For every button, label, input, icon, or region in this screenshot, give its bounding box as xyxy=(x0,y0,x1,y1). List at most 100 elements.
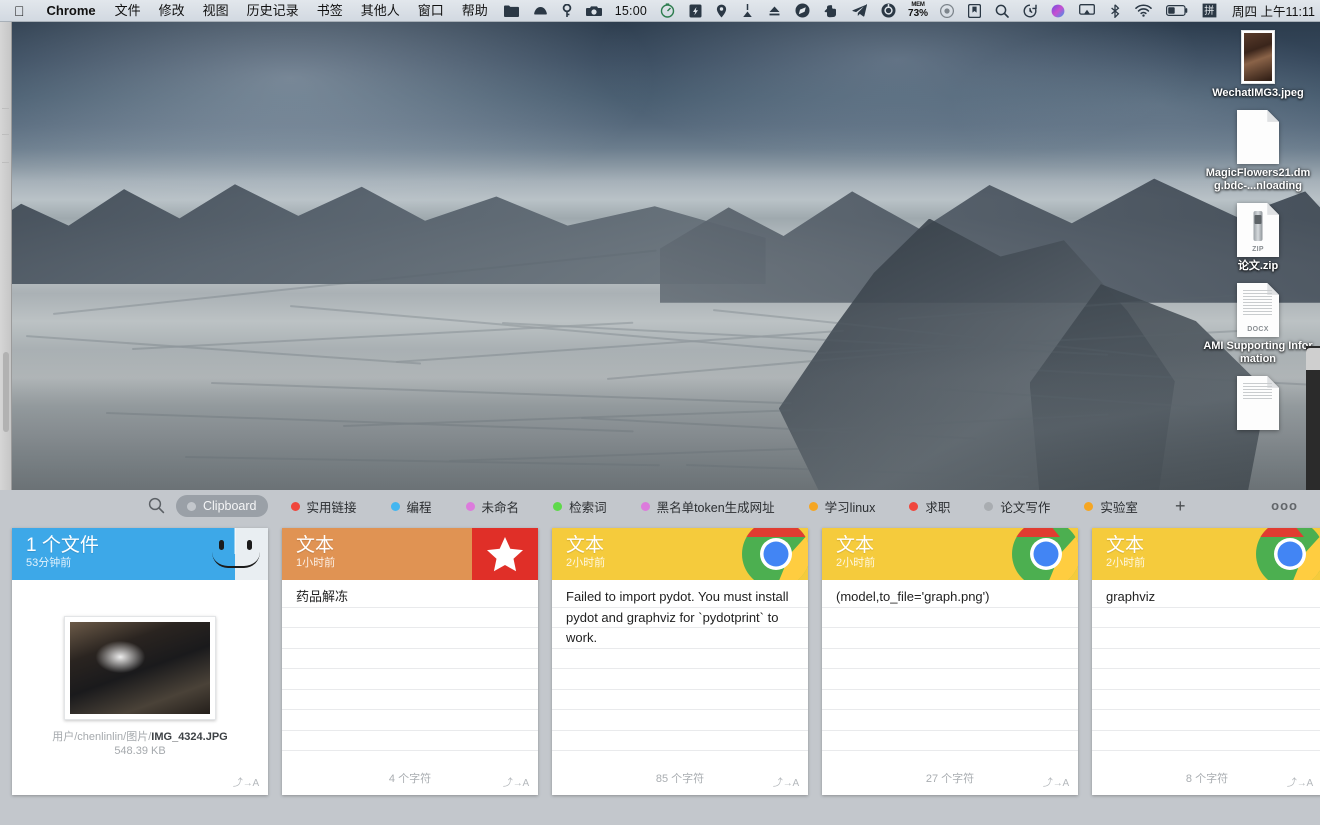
screenshot-icon[interactable] xyxy=(682,0,709,22)
transform-icon[interactable]: ⤴→A xyxy=(773,774,799,789)
menu-datetime[interactable]: 周四 上午11:11 xyxy=(1224,1,1320,20)
location-pin-icon[interactable] xyxy=(709,0,734,22)
search-icon[interactable] xyxy=(148,497,165,519)
airplay-icon[interactable] xyxy=(1072,0,1102,22)
background-window-left-edge[interactable] xyxy=(0,22,12,490)
menu-item-app[interactable]: Chrome xyxy=(37,0,106,22)
transform-icon[interactable]: ⤴→A xyxy=(1287,774,1313,789)
tab-blacklist-token[interactable]: 黑名单token生成网址 xyxy=(630,493,786,520)
apple-logo-icon[interactable]:  xyxy=(0,0,37,22)
tab-unnamed[interactable]: 未命名 xyxy=(455,493,531,520)
desktop-icon-label: AMI Supporting Information xyxy=(1203,340,1313,365)
card-text: graphviz xyxy=(1106,589,1156,604)
folder-icon[interactable] xyxy=(497,0,526,22)
clipboard-card-file[interactable]: 1 个文件 53分钟前 用户/chenlinlin/图片/IMG_4324.JP… xyxy=(12,528,268,795)
transform-icon[interactable]: ⤴→A xyxy=(1043,774,1069,789)
desktop-icon-wechatimg3[interactable]: WechatIMG3.jpeg xyxy=(1202,26,1314,100)
desktop-icon-label: MagicFlowers21.dmg.bdc-...nloading xyxy=(1205,167,1311,192)
search-icon[interactable] xyxy=(988,0,1016,22)
desktop-icon-partial[interactable] xyxy=(1202,372,1314,430)
transform-icon[interactable]: ⤴→A xyxy=(233,774,259,789)
docx-file-icon: DOCX xyxy=(1202,279,1314,337)
more-options-button[interactable]: ooo xyxy=(1271,498,1298,513)
card-footer: 27 个字符 ⤴→A xyxy=(822,761,1078,795)
key-icon[interactable] xyxy=(555,0,579,22)
tab-job-hunting[interactable]: 求职 xyxy=(898,493,961,520)
character-count: 27 个字符 xyxy=(925,773,975,785)
tab-label: 编程 xyxy=(406,500,432,515)
card-header: 文本 2小时前 xyxy=(552,528,808,580)
menu-bar-left:  Chrome 文件 修改 视图 历史记录 书签 其他人 窗口 帮助 xyxy=(0,0,497,22)
memory-indicator[interactable]: MEM 73% xyxy=(903,2,933,19)
card-footer: 4 个字符 ⤴→A xyxy=(282,761,538,795)
desktop-icon-lunwen-zip[interactable]: ZIP 论文.zip xyxy=(1202,199,1314,273)
clipboard-panel: Clipboard 实用链接 编程 未命名 检索词 黑名单token生成网址 学… xyxy=(0,490,1320,825)
card-footer: 85 个字符 ⤴→A xyxy=(552,761,808,795)
camera-icon[interactable] xyxy=(579,0,609,22)
navigation-icon[interactable] xyxy=(788,0,817,22)
bluetooth-icon[interactable] xyxy=(1102,0,1128,22)
telegram-icon[interactable] xyxy=(845,0,874,22)
add-category-button[interactable]: + xyxy=(1165,497,1196,515)
cleaner-icon[interactable] xyxy=(734,0,761,22)
dropbox-icon[interactable] xyxy=(526,0,555,22)
tab-color-dot xyxy=(808,501,818,511)
transform-icon[interactable]: ⤴→A xyxy=(503,774,529,789)
file-path-prefix: 用户/chenlinlin/图片/ xyxy=(52,731,152,743)
scrollbar-thumb[interactable] xyxy=(3,352,9,432)
background-window-right-edge[interactable] xyxy=(1306,346,1320,490)
tab-label: 论文写作 xyxy=(1000,500,1051,515)
siri-icon[interactable] xyxy=(1044,0,1072,22)
tab-learn-linux[interactable]: 学习linux xyxy=(798,493,887,520)
card-body: graphviz xyxy=(1092,580,1320,761)
menu-clock-left[interactable]: 15:00 xyxy=(609,4,653,18)
battery-icon[interactable] xyxy=(1159,0,1195,22)
eject-icon[interactable] xyxy=(761,0,788,22)
card-body: 用户/chenlinlin/图片/IMG_4324.JPG 548.39 KB xyxy=(12,580,268,761)
evernote-icon[interactable] xyxy=(817,0,845,22)
tab-search-terms[interactable]: 检索词 xyxy=(542,493,618,520)
tab-programming[interactable]: 编程 xyxy=(380,493,443,520)
tab-paper-writing[interactable]: 论文写作 xyxy=(973,493,1061,520)
timer-icon[interactable] xyxy=(653,0,682,22)
desktop-icon-magicflowers[interactable]: MagicFlowers21.dmg.bdc-...nloading xyxy=(1202,106,1314,193)
menu-item-people[interactable]: 其他人 xyxy=(352,0,409,22)
desktop[interactable]: WechatIMG3.jpeg MagicFlowers21.dmg.bdc-.… xyxy=(0,22,1320,490)
record-icon[interactable] xyxy=(933,0,961,22)
bookmark-icon[interactable] xyxy=(961,0,988,22)
chrome-icon xyxy=(1012,528,1078,580)
menu-item-bookmarks[interactable]: 书签 xyxy=(308,0,352,22)
tab-color-dot xyxy=(187,501,196,511)
card-timestamp: 2小时前 xyxy=(1106,557,1146,569)
card-timestamp: 53分钟前 xyxy=(26,557,72,569)
desktop-icon-ami-supporting[interactable]: DOCX AMI Supporting Information xyxy=(1202,279,1314,366)
menu-item-help[interactable]: 帮助 xyxy=(453,0,497,22)
target-icon[interactable] xyxy=(874,0,903,22)
finder-icon xyxy=(202,528,268,580)
tab-useful-links[interactable]: 实用链接 xyxy=(280,493,368,520)
card-text: (model,to_file='graph.png') xyxy=(836,589,990,604)
file-name: IMG_4324.JPG xyxy=(151,731,228,743)
menu-item-window[interactable]: 窗口 xyxy=(409,0,453,22)
tab-label: 实验室 xyxy=(1100,500,1138,515)
clipboard-card-text-3[interactable]: 文本 2小时前 (model,to_file='graph.png') 27 个… xyxy=(822,528,1078,795)
tab-clipboard[interactable]: Clipboard xyxy=(176,495,268,517)
tab-lab[interactable]: 实验室 xyxy=(1073,493,1149,520)
clipboard-card-text-2[interactable]: 文本 2小时前 Failed to import pydot. You must… xyxy=(552,528,808,795)
clipboard-card-text-1[interactable]: 文本 1小时前 药品解冻 4 个字符 ⤴→A xyxy=(282,528,538,795)
input-method-icon[interactable]: 拼 xyxy=(1195,0,1224,22)
menu-item-view[interactable]: 视图 xyxy=(194,0,238,22)
card-text: Failed to import pydot. You must install… xyxy=(566,589,793,645)
menu-item-edit[interactable]: 修改 xyxy=(150,0,194,22)
tab-label: 未命名 xyxy=(481,500,520,515)
docx-file-icon xyxy=(1202,372,1314,430)
timemachine-icon[interactable] xyxy=(1016,0,1044,22)
wifi-icon[interactable] xyxy=(1128,0,1159,22)
menu-item-history[interactable]: 历史记录 xyxy=(238,0,308,22)
clipboard-card-text-4[interactable]: 文本 2小时前 graphviz 8 个字符 ⤴→A xyxy=(1092,528,1320,795)
docx-kind-label: DOCX xyxy=(1247,326,1269,333)
desktop-icon-list: WechatIMG3.jpeg MagicFlowers21.dmg.bdc-.… xyxy=(1202,26,1314,436)
document-file-icon xyxy=(1202,106,1314,164)
card-body: (model,to_file='graph.png') xyxy=(822,580,1078,761)
menu-item-file[interactable]: 文件 xyxy=(106,0,150,22)
